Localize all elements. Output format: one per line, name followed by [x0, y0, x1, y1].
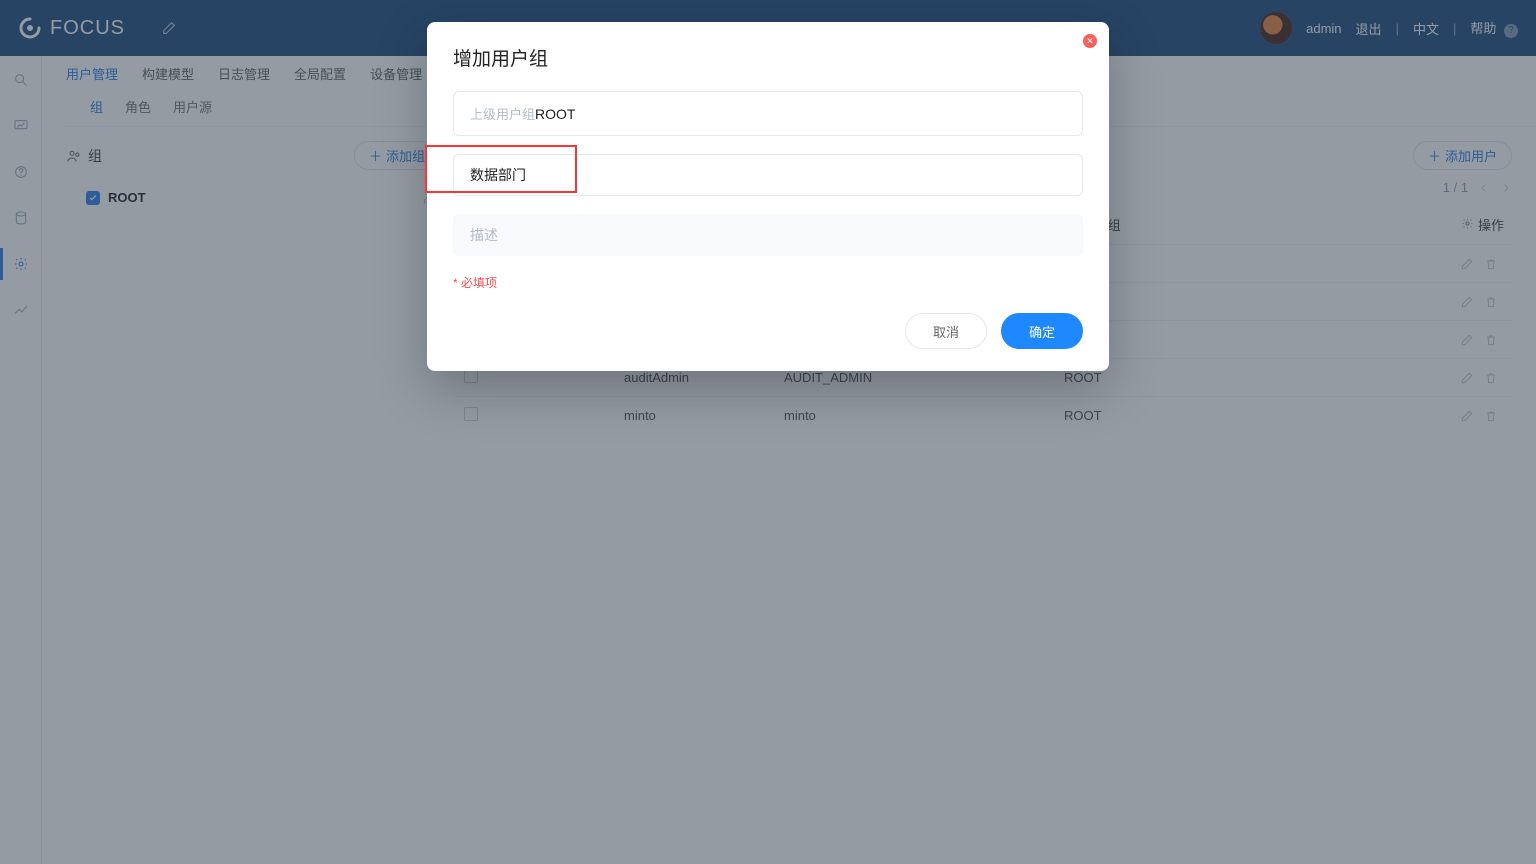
modal-overlay: ✕ 增加用户组 上级用户组 ROOT * 必填项 取消 确定 [0, 0, 1536, 864]
group-desc-field[interactable] [453, 214, 1083, 256]
modal-title: 增加用户组 [453, 44, 1083, 71]
parent-group-label: 上级用户组 [470, 104, 535, 123]
add-group-modal: ✕ 增加用户组 上级用户组 ROOT * 必填项 取消 确定 [427, 22, 1109, 371]
cancel-button[interactable]: 取消 [905, 313, 987, 349]
ok-button[interactable]: 确定 [1001, 313, 1083, 349]
required-hint: * 必填项 [453, 274, 1083, 291]
close-icon[interactable]: ✕ [1083, 34, 1097, 48]
group-name-input[interactable] [470, 167, 1066, 183]
group-name-field[interactable] [453, 154, 1083, 196]
group-desc-input[interactable] [470, 227, 1066, 243]
parent-group-field[interactable]: 上级用户组 ROOT [453, 91, 1083, 136]
parent-group-value: ROOT [535, 106, 575, 122]
